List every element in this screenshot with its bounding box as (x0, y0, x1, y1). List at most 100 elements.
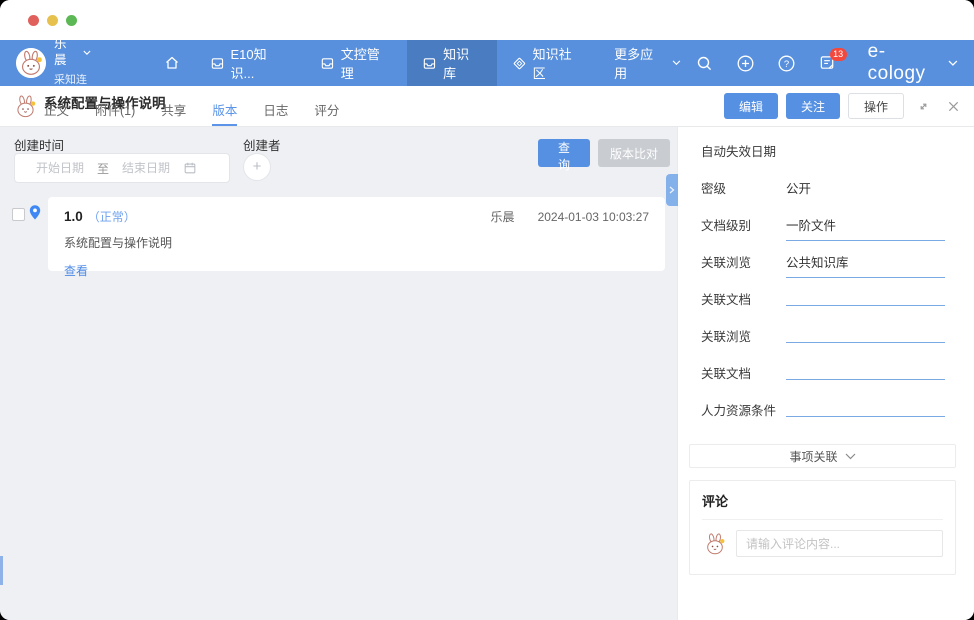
range-to-label: 至 (97, 160, 109, 177)
property-row: 关联文档 (701, 363, 945, 386)
nav-item-doc-control[interactable]: 文控管理 (305, 40, 407, 86)
tab-logs[interactable]: 日志 (263, 100, 288, 126)
notification-badge: 13 (830, 48, 847, 61)
property-label: 文档级别 (701, 215, 786, 234)
ecology-logo[interactable]: e-cology (868, 41, 958, 85)
user-org: 采知连 (54, 74, 87, 86)
chevron-down-icon (948, 60, 958, 67)
version-list-panel: 创建时间 至 创建者 + 查询 版本比对 1.0 （正常） 乐晨 2024-0 (0, 127, 677, 620)
property-label: 关联文档 (701, 289, 786, 308)
property-label: 人力资源条件 (701, 400, 786, 419)
tab-body[interactable]: 正文 (44, 100, 69, 126)
tab-versions[interactable]: 版本 (212, 100, 237, 126)
property-value[interactable] (786, 363, 945, 380)
tab-share[interactable]: 共享 (161, 100, 186, 126)
creator-label: 创建者 (243, 135, 281, 154)
location-pin-icon (27, 204, 43, 221)
property-row: 关联浏览 公共知识库 (701, 252, 945, 275)
version-datetime: 2024-01-03 10:03:27 (538, 210, 649, 224)
inbox-icon (422, 56, 437, 71)
document-properties: 自动失效日期 密级 公开 文档级别 一阶文件 关联浏览 (701, 141, 945, 423)
property-value[interactable] (786, 400, 945, 417)
nav-item-more-apps[interactable]: 更多应用 (599, 40, 695, 86)
version-number: 1.0 (64, 209, 83, 224)
gem-icon (512, 56, 527, 71)
version-checkbox[interactable] (12, 208, 25, 221)
action-button[interactable]: 操作 (848, 93, 904, 119)
property-value[interactable]: 一阶文件 (786, 215, 945, 241)
svg-text:?: ? (783, 59, 788, 70)
view-link[interactable]: 查看 (64, 262, 88, 279)
property-row: 关联浏览 (701, 326, 945, 349)
property-value[interactable] (786, 141, 945, 158)
top-navbar: 乐晨 采知连 E10知识... 文控管理 知识库 (0, 40, 974, 86)
calendar-icon[interactable] (183, 161, 197, 175)
document-tabs: 正文 附件(1) 共享 版本 日志 评分 (44, 100, 339, 126)
version-author: 乐晨 (491, 208, 515, 225)
inbox-icon (320, 56, 335, 71)
commenter-avatar (702, 531, 728, 557)
minimize-window-button[interactable] (47, 15, 58, 26)
comments-title: 评论 (702, 491, 943, 510)
created-time-label: 创建时间 (14, 135, 64, 154)
document-author-avatar (12, 93, 39, 120)
notification-icon[interactable]: 13 (819, 55, 836, 72)
document-header: 系统配置与操作说明 正文 附件(1) 共享 版本 日志 评分 编辑 关注 操作 (0, 86, 974, 127)
version-status: （正常） (88, 208, 136, 225)
navbar-actions: ? 13 e-cology (696, 41, 958, 85)
version-title: 系统配置与操作说明 (64, 234, 649, 251)
property-label: 关联文档 (701, 363, 786, 382)
user-menu[interactable]: 乐晨 采知连 (16, 37, 91, 88)
comment-input[interactable] (736, 530, 943, 557)
property-row: 文档级别 一阶文件 (701, 215, 945, 238)
query-button[interactable]: 查询 (538, 139, 590, 167)
property-label: 密级 (701, 178, 786, 197)
zoom-window-button[interactable] (66, 15, 77, 26)
chevron-down-icon (83, 50, 91, 56)
nav-home[interactable] (149, 40, 195, 86)
chevron-down-icon (845, 453, 856, 460)
edit-button[interactable]: 编辑 (724, 93, 778, 119)
close-icon[interactable] (942, 95, 964, 117)
start-date-input[interactable] (23, 161, 97, 175)
panel-collapse-handle[interactable] (666, 174, 678, 206)
follow-button[interactable]: 关注 (786, 93, 840, 119)
main-navigation: E10知识... 文控管理 知识库 知识社区 更多应用 (149, 40, 696, 86)
tab-rating[interactable]: 评分 (314, 100, 339, 126)
property-row: 密级 公开 (701, 178, 945, 201)
inbox-icon (210, 56, 225, 71)
close-window-button[interactable] (28, 15, 39, 26)
end-date-input[interactable] (109, 161, 183, 175)
property-row: 自动失效日期 (701, 141, 945, 164)
version-list-item[interactable]: 1.0 （正常） 乐晨 2024-01-03 10:03:27 系统配置与操作说… (48, 197, 665, 271)
property-value[interactable]: 公共知识库 (786, 252, 945, 278)
add-icon[interactable] (737, 55, 754, 72)
property-label: 关联浏览 (701, 326, 786, 345)
chevron-down-icon (672, 60, 681, 66)
user-name: 乐晨 (54, 37, 79, 68)
home-icon (164, 55, 180, 71)
nav-item-knowledge-community[interactable]: 知识社区 (497, 40, 599, 86)
property-value[interactable] (786, 326, 945, 343)
expand-icon[interactable] (912, 95, 934, 117)
help-icon[interactable]: ? (778, 55, 795, 72)
search-icon[interactable] (696, 55, 713, 72)
document-properties-panel: 自动失效日期 密级 公开 文档级别 一阶文件 关联浏览 (677, 127, 974, 620)
created-time-range: 至 (14, 153, 230, 183)
property-row: 关联文档 (701, 289, 945, 312)
version-compare-button[interactable]: 版本比对 (598, 139, 670, 167)
property-label: 自动失效日期 (701, 141, 786, 160)
property-row: 人力资源条件 (701, 400, 945, 423)
nav-item-knowledge-base[interactable]: 知识库 (407, 40, 497, 86)
app-window: 乐晨 采知连 E10知识... 文控管理 知识库 (0, 0, 974, 620)
divider (702, 519, 943, 520)
matter-link-toggle[interactable]: 事项关联 (689, 444, 956, 468)
property-value[interactable] (786, 289, 945, 306)
tab-attachments[interactable]: 附件(1) (95, 100, 135, 126)
add-creator-button[interactable]: + (243, 153, 271, 181)
nav-item-e10[interactable]: E10知识... (195, 40, 305, 86)
chevron-right-icon (669, 186, 675, 194)
comments-section: 评论 (689, 480, 956, 575)
property-value[interactable]: 公开 (786, 178, 945, 203)
property-label: 关联浏览 (701, 252, 786, 271)
